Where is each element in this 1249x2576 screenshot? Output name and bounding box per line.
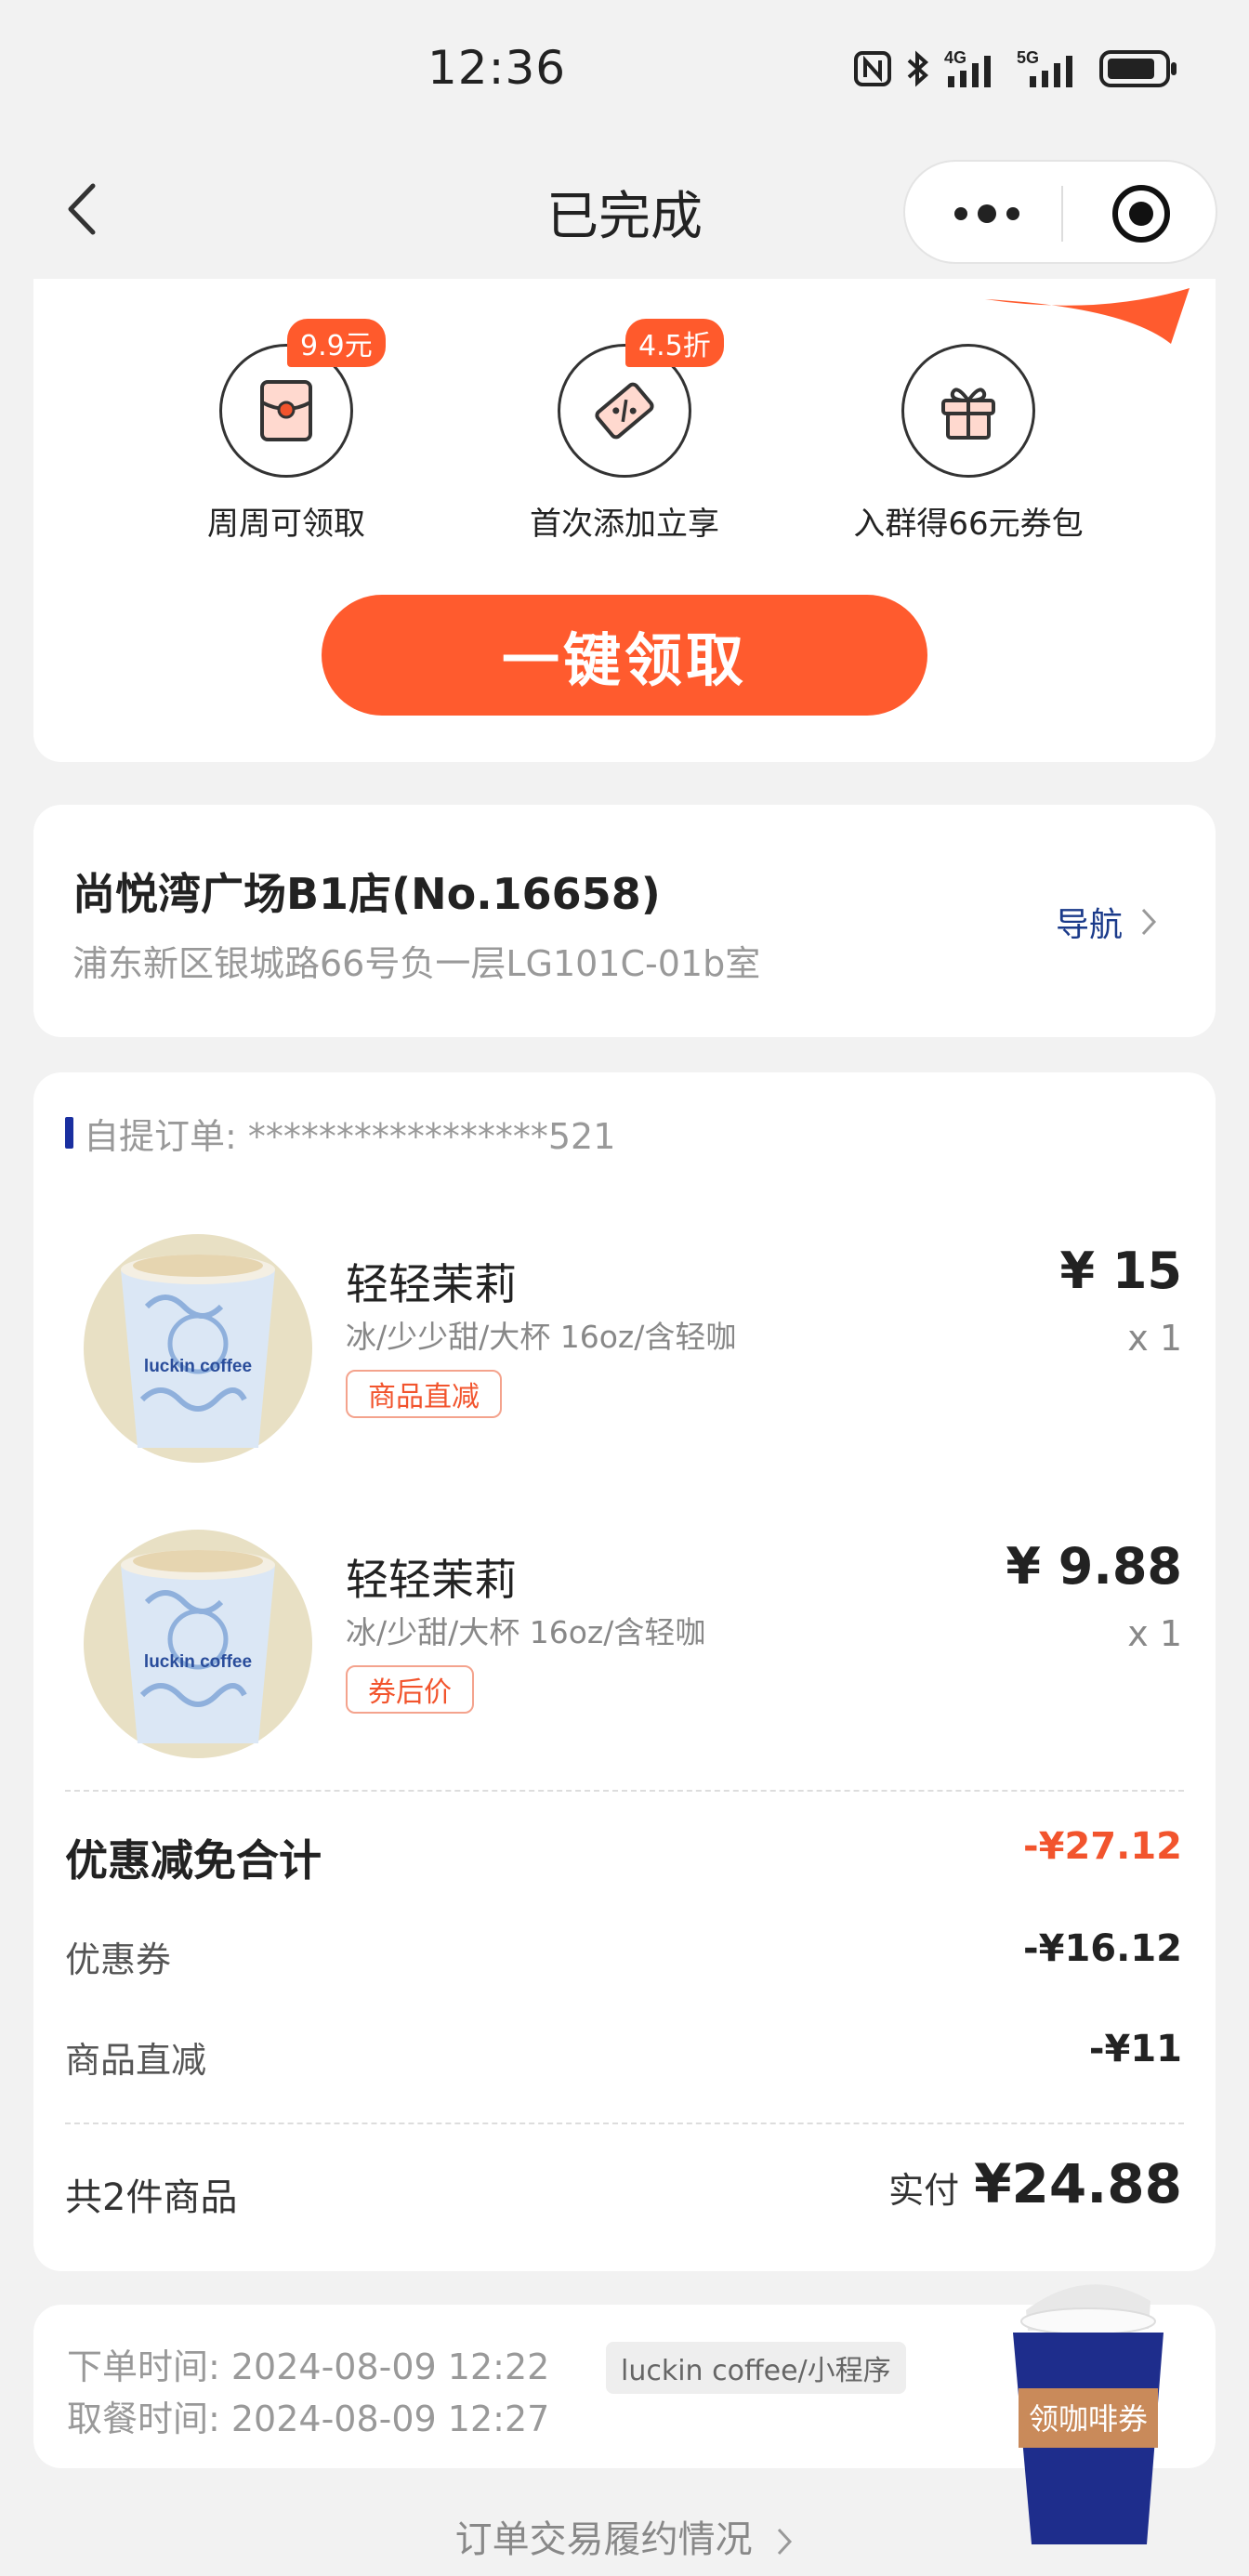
fulfillment-link-label: 订单交易履约情况 bbox=[454, 2518, 753, 2561]
paid-label: 实付 bbox=[888, 2170, 960, 2211]
coupon-label: 优惠券 bbox=[65, 1939, 172, 1980]
divider bbox=[65, 1790, 1184, 1792]
benefit-icon-circle bbox=[901, 344, 1035, 478]
more-dots-icon bbox=[954, 204, 1019, 223]
paid-value: ¥24.88 bbox=[974, 2152, 1182, 2215]
order-card: 自提订单: *****************521 luckin coffee… bbox=[33, 1072, 1216, 2271]
store-name: 尚悦湾广场B1店(No.16658) bbox=[72, 869, 661, 919]
navigate-link[interactable]: 导航 bbox=[1056, 898, 1158, 946]
benefit-group[interactable]: 入群得66元券包 bbox=[848, 344, 1089, 544]
chevron-right-icon bbox=[778, 2528, 793, 2556]
order-item[interactable]: luckin coffee 轻轻茉莉 冰/少甜/大杯 16oz/含轻咖 券后价 … bbox=[33, 1528, 1216, 1769]
channel-tag: luckin coffee/小程序 bbox=[606, 2342, 906, 2394]
close-mini-program-button[interactable] bbox=[1110, 182, 1173, 245]
store-card: 尚悦湾广场B1店(No.16658) 浦东新区银城路66号负一层LG101C-0… bbox=[33, 805, 1216, 1037]
direct-discount-label: 商品直减 bbox=[65, 2040, 207, 2081]
gift-icon bbox=[941, 388, 995, 440]
order-number: 自提订单: *****************521 bbox=[84, 1116, 616, 1157]
item-tag: 商品直减 bbox=[346, 1370, 502, 1418]
claim-all-button[interactable]: 一键领取 bbox=[322, 595, 927, 716]
benefit-first-add[interactable]: 4.5折 首次添加立享 bbox=[504, 319, 745, 544]
paid-amount: 实付 ¥24.88 bbox=[888, 2152, 1182, 2215]
item-quantity: x 1 bbox=[1127, 1613, 1182, 1654]
navigate-label: 导航 bbox=[1056, 906, 1124, 944]
red-packet-icon bbox=[260, 380, 312, 441]
4g-label: 4G bbox=[944, 48, 966, 67]
nfc-icon bbox=[854, 51, 891, 86]
product-cup-text: luckin coffee bbox=[144, 1357, 252, 1376]
order-item[interactable]: luckin coffee 轻轻茉莉 冰/少少甜/大杯 16oz/含轻咖 商品直… bbox=[33, 1232, 1216, 1474]
status-time: 12:36 bbox=[427, 41, 567, 95]
order-time: 下单时间: 2024-08-09 12:22 bbox=[67, 2346, 550, 2387]
product-image: luckin coffee bbox=[84, 1234, 312, 1463]
coupon-ticket-icon bbox=[595, 382, 654, 440]
item-count: 共2件商品 bbox=[65, 2176, 238, 2219]
discount-total-label: 优惠减免合计 bbox=[65, 1835, 322, 1886]
benefit-badge: 9.9元 bbox=[287, 319, 386, 367]
capsule-divider bbox=[1061, 186, 1063, 242]
benefit-label: 首次添加立享 bbox=[530, 506, 719, 543]
item-spec: 冰/少少甜/大杯 16oz/含轻咖 bbox=[346, 1319, 737, 1355]
item-spec: 冰/少甜/大杯 16oz/含轻咖 bbox=[346, 1614, 706, 1650]
order-label-marker bbox=[65, 1117, 73, 1149]
target-icon bbox=[1112, 185, 1170, 243]
store-address: 浦东新区银城路66号负一层LG101C-01b室 bbox=[72, 943, 761, 984]
item-quantity: x 1 bbox=[1127, 1318, 1182, 1359]
direct-discount-value: -¥11 bbox=[1088, 2028, 1182, 2070]
divider bbox=[65, 2123, 1184, 2124]
item-name: 轻轻茉莉 bbox=[346, 1555, 517, 1605]
status-icons: 4G 5G bbox=[853, 48, 1178, 89]
status-bar: 12:36 4G 5G bbox=[0, 0, 1249, 139]
benefit-badge: 4.5折 bbox=[625, 319, 724, 367]
coupon-value: -¥16.12 bbox=[1023, 1927, 1182, 1970]
chevron-right-icon bbox=[1141, 908, 1157, 936]
benefit-icon-circle: 4.5折 bbox=[558, 319, 724, 478]
product-image: luckin coffee bbox=[84, 1530, 312, 1758]
benefit-label: 周周可领取 bbox=[207, 506, 365, 543]
bluetooth-icon bbox=[907, 50, 929, 87]
floating-coupon-label: 领咖啡券 bbox=[1029, 2401, 1148, 2437]
battery-icon bbox=[1099, 50, 1177, 87]
item-price: ¥ 9.88 bbox=[1006, 1537, 1182, 1596]
item-price: ¥ 15 bbox=[1059, 1242, 1182, 1300]
4g-signal-icon: 4G bbox=[944, 48, 991, 87]
benefit-label: 入群得66元券包 bbox=[853, 506, 1084, 543]
discount-total-value: -¥27.12 bbox=[1023, 1825, 1182, 1868]
mini-program-capsule bbox=[903, 160, 1217, 264]
fulfillment-link[interactable]: 订单交易履约情况 bbox=[0, 2509, 1249, 2563]
item-tag: 券后价 bbox=[346, 1665, 474, 1714]
benefit-weekly[interactable]: 9.9元 周周可领取 bbox=[165, 319, 407, 544]
more-button[interactable] bbox=[950, 201, 1024, 227]
5g-label: 5G bbox=[1017, 48, 1039, 67]
pickup-time: 取餐时间: 2024-08-09 12:27 bbox=[67, 2399, 550, 2439]
item-name: 轻轻茉莉 bbox=[346, 1259, 517, 1309]
benefit-icon-circle: 9.9元 bbox=[219, 319, 386, 478]
5g-signal-icon: 5G bbox=[1017, 48, 1072, 87]
promo-ribbon-decoration bbox=[985, 288, 1190, 344]
product-cup-text: luckin coffee bbox=[144, 1652, 252, 1672]
